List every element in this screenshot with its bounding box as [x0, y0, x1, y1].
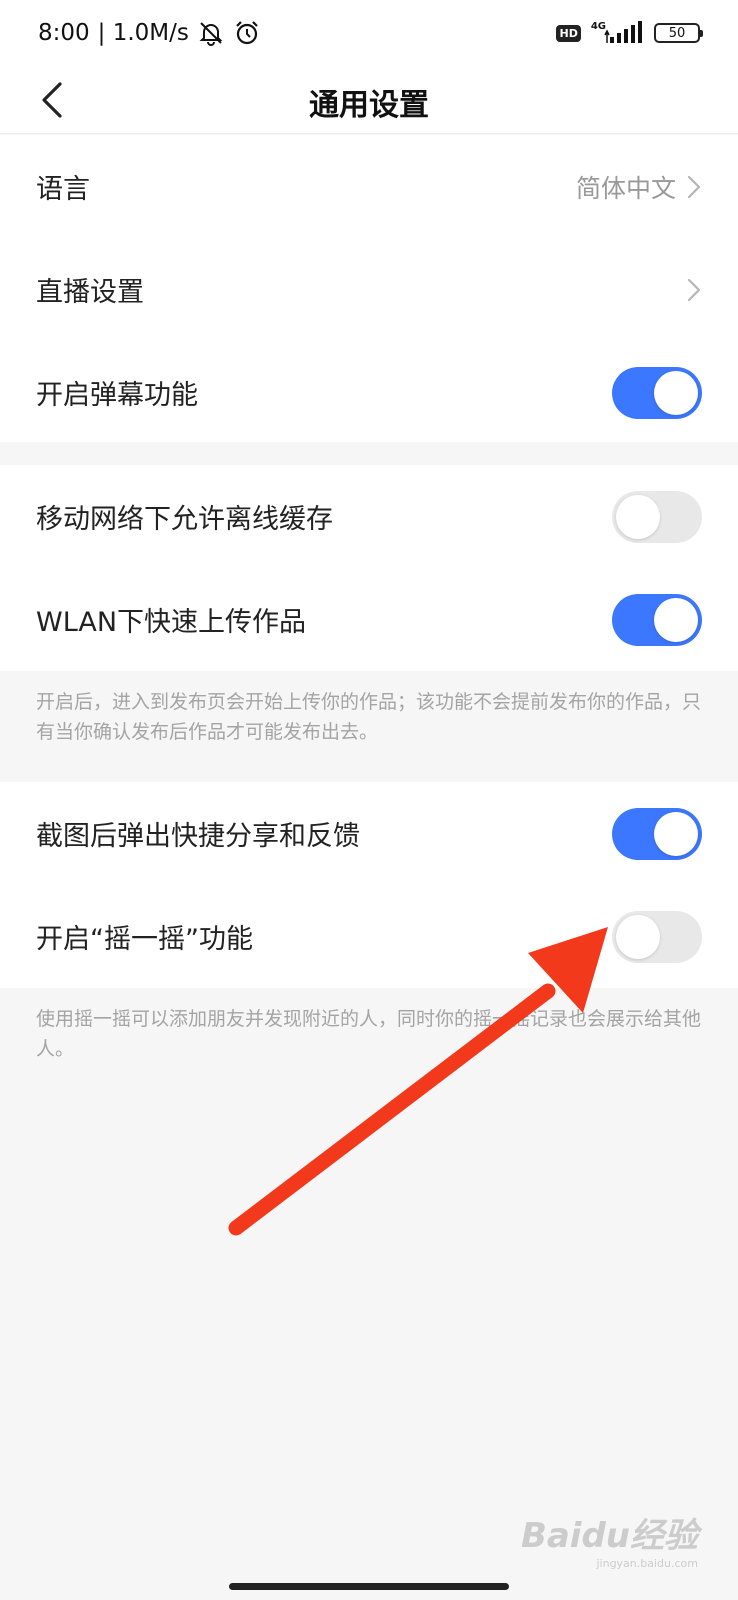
setting-right: [612, 910, 702, 963]
setting-label: 语言: [36, 174, 90, 205]
status-time: 8:00: [38, 20, 90, 46]
screen: 8:00 | 1.0M/s HD 4G 50 通用设置 语言 简体中文 直播设置…: [0, 0, 738, 1600]
battery-icon: 50: [654, 23, 703, 43]
chevron-right-icon: [687, 278, 701, 301]
setting-label: 开启弹幕功能: [36, 380, 198, 411]
shake-note: 使用摇一摇可以添加朋友并发现附近的人，同时你的摇一摇记录也会展示给其他人。: [36, 1008, 702, 1060]
page-title: 通用设置: [309, 88, 429, 123]
setting-right: 简体中文: [576, 169, 702, 205]
watermark-logo: Baidu经验: [520, 1516, 698, 1556]
setting-row-screenshot-share: 截图后弹出快捷分享和反馈: [0, 782, 738, 885]
toggle-knob: [654, 597, 698, 642]
toggle-knob: [654, 370, 698, 415]
home-indicator[interactable]: [229, 1583, 509, 1590]
offline-cache-toggle[interactable]: [612, 490, 702, 543]
wlan-upload-toggle[interactable]: [612, 593, 702, 646]
setting-right: [612, 490, 702, 543]
mute-bell-icon: [199, 22, 223, 46]
baidu-watermark: Baidu经验 jingyan.baidu.com: [521, 1508, 698, 1570]
settings-group-share: 截图后弹出快捷分享和反馈 开启“摇一摇”功能: [0, 782, 738, 988]
status-network-speed: | 1.0M/s: [97, 20, 189, 46]
setting-label: 直播设置: [36, 277, 144, 308]
status-right: HD 4G 50: [556, 20, 703, 45]
setting-right: [612, 366, 702, 419]
setting-label: 移动网络下允许离线缓存: [36, 504, 333, 535]
settings-group-basic: 语言 简体中文 直播设置 开启弹幕功能: [0, 135, 738, 442]
setting-right: [686, 276, 702, 304]
signal-icon: [604, 21, 642, 43]
setting-right: [612, 807, 702, 860]
setting-label: 开启“摇一摇”功能: [36, 924, 253, 955]
hd-badge: HD: [556, 24, 581, 42]
setting-value: 简体中文: [575, 173, 676, 203]
battery-level: 50: [668, 25, 686, 41]
network-type-label: 4G: [590, 20, 606, 32]
nav-bar: 通用设置: [0, 66, 738, 134]
toggle-knob: [616, 914, 660, 959]
watermark-url: jingyan.baidu.com: [596, 1557, 698, 1570]
status-left: 8:00 | 1.0M/s: [38, 19, 261, 47]
setting-row-live[interactable]: 直播设置: [0, 238, 738, 341]
screenshot-share-toggle[interactable]: [612, 807, 702, 860]
setting-row-shake: 开启“摇一摇”功能: [0, 885, 738, 988]
setting-row-offline-cache: 移动网络下允许离线缓存: [0, 465, 738, 568]
setting-right: [612, 593, 702, 646]
toggle-knob: [616, 494, 660, 539]
setting-label: WLAN下快速上传作品: [36, 607, 307, 638]
status-bar: 8:00 | 1.0M/s HD 4G 50: [0, 0, 738, 66]
upload-note: 开启后，进入到发布页会开始上传你的作品；该功能不会提前发布你的作品，只有当你确认…: [36, 691, 702, 743]
setting-label: 截图后弹出快捷分享和反馈: [36, 821, 360, 852]
danmaku-toggle[interactable]: [612, 366, 702, 419]
settings-group-upload: 移动网络下允许离线缓存 WLAN下快速上传作品: [0, 465, 738, 671]
chevron-right-icon: [687, 175, 701, 198]
shake-toggle[interactable]: [612, 910, 702, 963]
setting-row-wlan-upload: WLAN下快速上传作品: [0, 568, 738, 671]
setting-row-language[interactable]: 语言 简体中文: [0, 135, 738, 238]
setting-row-danmaku: 开启弹幕功能: [0, 341, 738, 444]
toggle-knob: [654, 811, 698, 856]
alarm-icon: [236, 21, 258, 45]
